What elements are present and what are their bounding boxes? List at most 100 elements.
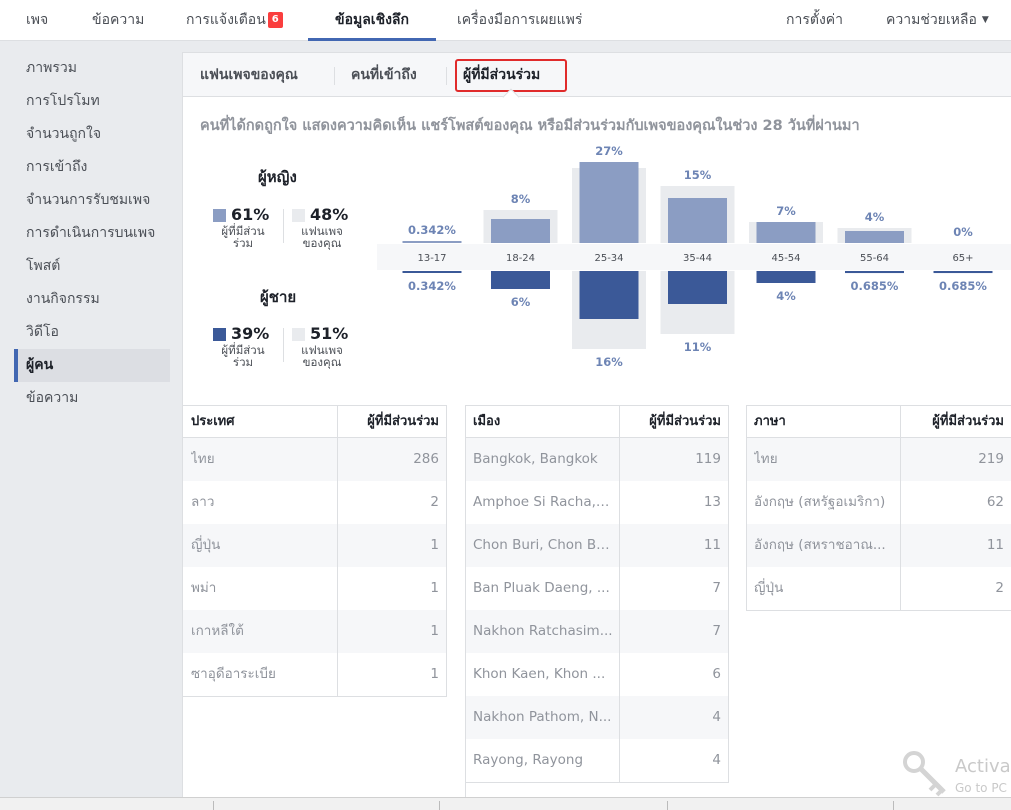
legend-women-title: ผู้หญิง [258, 168, 297, 186]
nav-page[interactable]: เพจ [26, 0, 48, 41]
subtab-divider [446, 67, 447, 85]
data-label-women: 4% [865, 210, 885, 224]
activation-watermark: Activa [955, 756, 1011, 777]
bar-men [402, 271, 462, 273]
legend-men-title: ผู้ชาย [260, 288, 297, 306]
sidebar-item-page-views[interactable]: จำนวนการรับชมเพจ [14, 184, 170, 217]
sidebar-item-likes[interactable]: จำนวนถูกใจ [14, 118, 170, 151]
sidebar-item-promotions[interactable]: การโปรโมท [14, 85, 170, 118]
table-cell-value: 2 [430, 494, 439, 510]
table-cell-name: ลาว [191, 494, 215, 510]
table-cell-value: 1 [430, 537, 439, 553]
bar-women [756, 222, 816, 243]
data-label-men: 6% [511, 295, 531, 309]
bar-men [933, 271, 993, 274]
table-row: Rayong, Rayong 4 [465, 739, 729, 782]
table-row: Nakhon Pathom, N... 4 [465, 696, 729, 739]
bar-men [579, 271, 639, 319]
women-fans-label-line2: ของคุณ [302, 236, 342, 250]
bar-men [756, 271, 816, 283]
women-fans-label: แฟนเพจ ของคุณ [292, 225, 352, 249]
table-cell-value: 4 [712, 709, 721, 725]
men-engaged-swatch [213, 328, 226, 341]
highlight-box [455, 59, 567, 92]
table-cell-name: ญี่ปุ่น [191, 537, 221, 553]
table-cell-value: 7 [712, 580, 721, 596]
sidebar-item-overview[interactable]: ภาพรวม [14, 52, 170, 85]
bar-men [668, 271, 727, 304]
age-gender-chart: 0.342% 0.342% 13-17 8% 6% 18-24 27% 16% 25-34 15%… [377, 138, 1011, 368]
insights-sidebar: ภาพรวม การโปรโมท จำนวนถูกใจ การเข้าถึง จ… [14, 52, 170, 415]
table-row: ไทย 286 [183, 438, 447, 481]
age-tick-label: 13-17 [417, 253, 446, 264]
table-cell-name: อังกฤษ (สหราชอาณ... [754, 537, 886, 553]
activation-watermark-sub: Go to PC [955, 781, 1007, 795]
men-fans-swatch [292, 328, 305, 341]
table-row: ญี่ปุ่น 1 [183, 524, 447, 567]
city-engaged-header: ผู้ที่มีส่วนร่วม [649, 414, 721, 429]
nav-help[interactable]: ความช่วยเหลือ ▼ [886, 0, 989, 41]
men-engaged-label: ผู้ที่มีส่วน ร่วม [213, 344, 273, 368]
data-label-women: 15% [684, 168, 712, 182]
nav-insights[interactable]: ข้อมูลเชิงลึก [308, 0, 436, 41]
subtab-divider [334, 67, 335, 85]
country-table: ประเทศ ผู้ที่มีส่วนร่วม ไทย 286 ลาว 2 ญี่ปุ่… [183, 405, 447, 697]
nav-settings[interactable]: การตั้งค่า [786, 0, 843, 41]
table-cell-name: Amphoe Si Racha, ... [473, 494, 613, 510]
table-row: เกาหลีใต้ 1 [183, 610, 447, 653]
nav-notifications[interactable]: การแจ้งเตือน 6 [186, 0, 283, 41]
table-cell-value: 11 [703, 537, 721, 553]
sidebar-item-messages[interactable]: ข้อความ [14, 382, 170, 415]
age-tick-label: 25-34 [594, 253, 623, 264]
footer-divider [439, 801, 440, 810]
sidebar-item-posts[interactable]: โพสต์ [14, 250, 170, 283]
women-fans-pct: 48% [310, 205, 349, 224]
sidebar-item-people[interactable]: ผู้คน [14, 349, 170, 382]
sidebar-item-actions-on-page[interactable]: การดำเนินการบนเพจ [14, 217, 170, 250]
women-engaged-label-line2: ร่วม [232, 236, 254, 250]
table-row: Ban Pluak Daeng, ... 7 [465, 567, 729, 610]
footer-divider [213, 801, 214, 810]
nav-publishing-tools[interactable]: เครื่องมือการเผยแพร่ [457, 0, 582, 41]
data-label-women: 27% [595, 144, 623, 158]
men-engaged-label-line2: ร่วม [232, 355, 254, 369]
nav-notifications-label: การแจ้งเตือน [186, 12, 266, 28]
people-insights-panel: แฟนเพจของคุณ คนที่เข้าถึง ผู้ที่มีส่วนร่… [182, 52, 1011, 810]
table-cell-name: ญี่ปุ่น [754, 580, 784, 596]
table-cell-value: 13 [703, 494, 721, 510]
tab-people-reached[interactable]: คนที่เข้าถึง [351, 53, 417, 97]
table-bottom-border [183, 696, 447, 697]
sidebar-item-reach[interactable]: การเข้าถึง [14, 151, 170, 184]
country-engaged-header: ผู้ที่มีส่วนร่วม [367, 414, 439, 429]
bar-men [845, 271, 904, 274]
city-table: เมือง ผู้ที่มีส่วนร่วม Bangkok, Bangkok 1… [465, 405, 729, 810]
table-bottom-border [746, 610, 1011, 611]
tab-your-fans[interactable]: แฟนเพจของคุณ [200, 53, 298, 97]
table-row: Amphoe Si Racha, ... 13 [465, 481, 729, 524]
table-row: Khon Kaen, Khon ... 6 [465, 653, 729, 696]
data-label-men: 0.685% [939, 279, 987, 293]
sidebar-item-events[interactable]: งานกิจกรรม [14, 283, 170, 316]
tab-people-engaged[interactable]: ผู้ที่มีส่วนร่วม [455, 53, 567, 97]
women-engaged-pct: 61% [231, 205, 270, 224]
men-fans-pct: 51% [310, 324, 349, 343]
language-header: ภาษา [754, 414, 786, 429]
footer-strip [0, 797, 1011, 810]
table-cell-name: ไทย [754, 451, 778, 467]
table-cell-name: Bangkok, Bangkok [473, 451, 598, 467]
people-subtabs: แฟนเพจของคุณ คนที่เข้าถึง ผู้ที่มีส่วนร่… [183, 53, 1011, 106]
data-label-men: 16% [595, 355, 623, 368]
table-cell-name: ไทย [191, 451, 215, 467]
table-row: ลาว 2 [183, 481, 447, 524]
table-row: ซาอุดีอาระเบีย 1 [183, 653, 447, 696]
sidebar-item-videos[interactable]: วิดีโอ [14, 316, 170, 349]
table-row: Bangkok, Bangkok 119 [465, 438, 729, 481]
legend-divider [283, 328, 284, 362]
table-row: ไทย 219 [746, 438, 1011, 481]
women-engaged-label: ผู้ที่มีส่วน ร่วม [213, 225, 273, 249]
bar-women [668, 198, 727, 243]
table-cell-value: 7 [712, 623, 721, 639]
nav-messages[interactable]: ข้อความ [92, 0, 144, 41]
table-column-divider [900, 406, 901, 610]
city-header: เมือง [473, 414, 501, 429]
